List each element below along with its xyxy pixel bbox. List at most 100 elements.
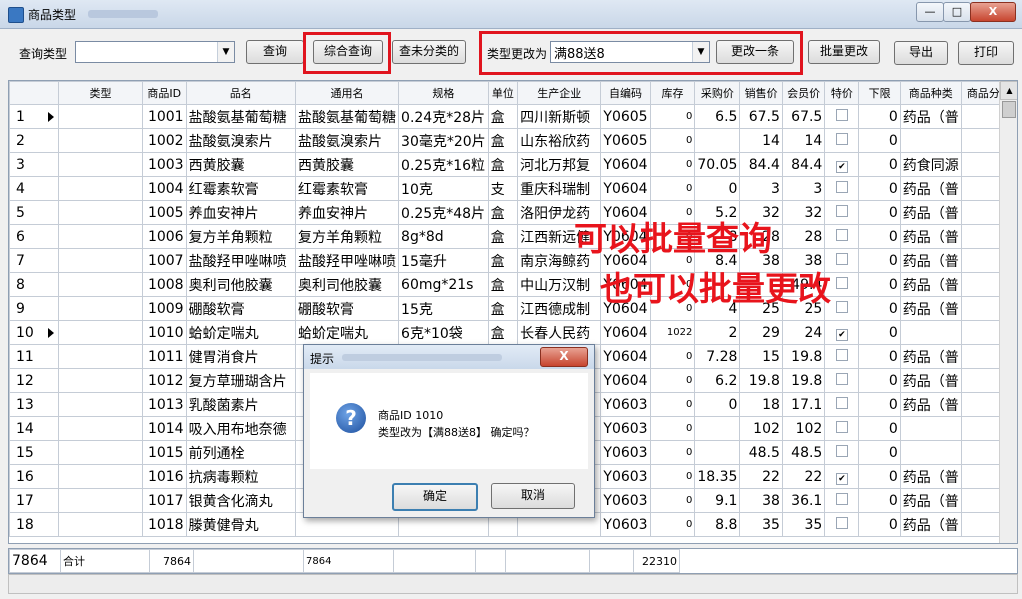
special-price-checkbox[interactable]: [824, 200, 860, 225]
cell-id[interactable]: 1012: [141, 368, 187, 393]
cell-unit[interactable]: 盒: [487, 248, 519, 273]
cell-kind[interactable]: 药品（普: [899, 296, 962, 321]
cell-low[interactable]: 0: [858, 224, 901, 249]
column-header[interactable]: 品名: [185, 81, 297, 105]
empty-cell[interactable]: [58, 344, 143, 369]
cell-name[interactable]: 养血安神片: [185, 200, 297, 225]
cell-n[interactable]: 6: [9, 224, 60, 249]
cell-sale[interactable]: 22: [739, 464, 783, 489]
empty-cell[interactable]: [58, 224, 143, 249]
cell-unit[interactable]: 盒: [487, 200, 519, 225]
cell-code[interactable]: Y0604: [600, 368, 651, 393]
cell-stock[interactable]: 0: [649, 152, 696, 177]
cell-id[interactable]: 1014: [141, 416, 187, 441]
cell-code[interactable]: Y0603: [600, 464, 651, 489]
cell-kind[interactable]: [899, 416, 962, 441]
cell-buy[interactable]: 7.28: [694, 344, 741, 369]
checkbox-icon[interactable]: [835, 204, 848, 217]
cell-id[interactable]: 1003: [141, 152, 187, 177]
special-price-checkbox[interactable]: [824, 104, 860, 129]
cell-spec[interactable]: 30毫克*20片: [398, 128, 489, 153]
cell-member[interactable]: 14: [781, 128, 826, 153]
special-price-checkbox[interactable]: [824, 488, 860, 513]
horizontal-scrollbar[interactable]: [8, 574, 1018, 594]
cell-code[interactable]: Y0604: [600, 152, 651, 177]
empty-cell[interactable]: [58, 464, 143, 489]
cell-buy[interactable]: 9.1: [694, 488, 741, 513]
cell-n[interactable]: 3: [9, 152, 60, 177]
cell-kind[interactable]: 药品（普: [899, 176, 962, 201]
empty-cell[interactable]: [58, 440, 143, 465]
special-price-checkbox[interactable]: [824, 440, 860, 465]
cell-sale[interactable]: 29: [739, 320, 783, 345]
cell-n[interactable]: 9: [9, 296, 60, 321]
vertical-scrollbar[interactable]: ▲: [999, 81, 1017, 543]
cell-buy[interactable]: [694, 128, 741, 153]
checkbox-icon[interactable]: [835, 108, 848, 121]
cell-buy[interactable]: 0: [694, 392, 741, 417]
checkbox-icon[interactable]: [835, 444, 848, 457]
change-one-button[interactable]: 更改一条: [716, 40, 794, 64]
cell-buy[interactable]: 0: [694, 176, 741, 201]
empty-cell[interactable]: [58, 248, 143, 273]
empty-cell[interactable]: [58, 104, 143, 129]
column-header[interactable]: 类型: [58, 81, 143, 105]
cell-member[interactable]: 19.8: [781, 368, 826, 393]
cell-spec[interactable]: 60mg*21s: [398, 272, 489, 297]
column-header[interactable]: [9, 81, 60, 105]
cell-low[interactable]: 0: [858, 200, 901, 225]
cell-kind[interactable]: 药品（普: [899, 272, 962, 297]
column-header[interactable]: 库存: [649, 81, 696, 105]
cell-kind[interactable]: 药品（普: [899, 224, 962, 249]
cell-name[interactable]: 前列通栓: [185, 440, 297, 465]
empty-cell[interactable]: [58, 392, 143, 417]
checkbox-icon[interactable]: [835, 132, 848, 145]
cell-member[interactable]: 36.1: [781, 488, 826, 513]
cell-stock[interactable]: 0: [649, 440, 696, 465]
cell-id[interactable]: 1011: [141, 344, 187, 369]
cell-buy[interactable]: [694, 416, 741, 441]
cell-low[interactable]: 0: [858, 296, 901, 321]
cell-low[interactable]: 0: [858, 440, 901, 465]
cell-kind[interactable]: [899, 440, 962, 465]
column-header[interactable]: 销售价: [739, 81, 783, 105]
cell-low[interactable]: 0: [858, 392, 901, 417]
cell-id[interactable]: 1017: [141, 488, 187, 513]
query-button[interactable]: 查询: [246, 40, 304, 64]
cell-buy[interactable]: 2: [694, 320, 741, 345]
special-price-checkbox[interactable]: [824, 416, 860, 441]
table-row[interactable]: 9 1009 硼酸软膏 硼酸软膏 15克盒江西德成制 Y0604 0 4 25 25 0 药品（普: [9, 296, 1017, 321]
empty-cell[interactable]: [58, 416, 143, 441]
cell-name[interactable]: 银黄含化滴丸: [185, 488, 297, 513]
cell-low[interactable]: 0: [858, 152, 901, 177]
empty-cell[interactable]: [58, 488, 143, 513]
cell-low[interactable]: 0: [858, 464, 901, 489]
cell-low[interactable]: 0: [858, 248, 901, 273]
cell-maker[interactable]: 中山万汉制: [517, 272, 602, 297]
cell-member[interactable]: 17.1: [781, 392, 826, 417]
special-price-checkbox[interactable]: ✔: [824, 152, 860, 177]
query-type-combo[interactable]: ▼: [75, 41, 235, 63]
cell-name[interactable]: 盐酸氨溴索片: [185, 128, 297, 153]
column-header[interactable]: 自编码: [600, 81, 651, 105]
special-price-checkbox[interactable]: ✔: [824, 320, 860, 345]
special-price-checkbox[interactable]: [824, 344, 860, 369]
checkbox-icon[interactable]: [835, 276, 848, 289]
table-row[interactable]: 7 1007 盐酸羟甲唑啉喷 盐酸羟甲唑啉喷 15毫升盒南京海鲸药 Y0604 0 8.4 38…: [9, 248, 1017, 273]
column-header[interactable]: 商品种类: [899, 81, 962, 105]
checkbox-icon[interactable]: [835, 300, 848, 313]
cell-sale[interactable]: 67.5: [739, 104, 783, 129]
cell-kind[interactable]: 药品（普: [899, 344, 962, 369]
cell-kind[interactable]: 药食同源: [899, 152, 962, 177]
cell-low[interactable]: 0: [858, 488, 901, 513]
cell-sale[interactable]: 3: [739, 176, 783, 201]
maximize-button[interactable]: □: [943, 2, 971, 22]
cell-maker[interactable]: 江西德成制: [517, 296, 602, 321]
table-row[interactable]: 1 1001 盐酸氨基葡萄糖 盐酸氨基葡萄糖 0.24克*28片盒四川新斯顿 Y0605 0…: [9, 104, 1017, 129]
cell-low[interactable]: 0: [858, 512, 901, 537]
cell-sale[interactable]: 102: [739, 416, 783, 441]
scroll-thumb[interactable]: [1002, 101, 1016, 118]
empty-cell[interactable]: [58, 200, 143, 225]
unclassified-button[interactable]: 查未分类的: [392, 40, 466, 64]
chevron-down-icon[interactable]: ▼: [692, 42, 709, 62]
